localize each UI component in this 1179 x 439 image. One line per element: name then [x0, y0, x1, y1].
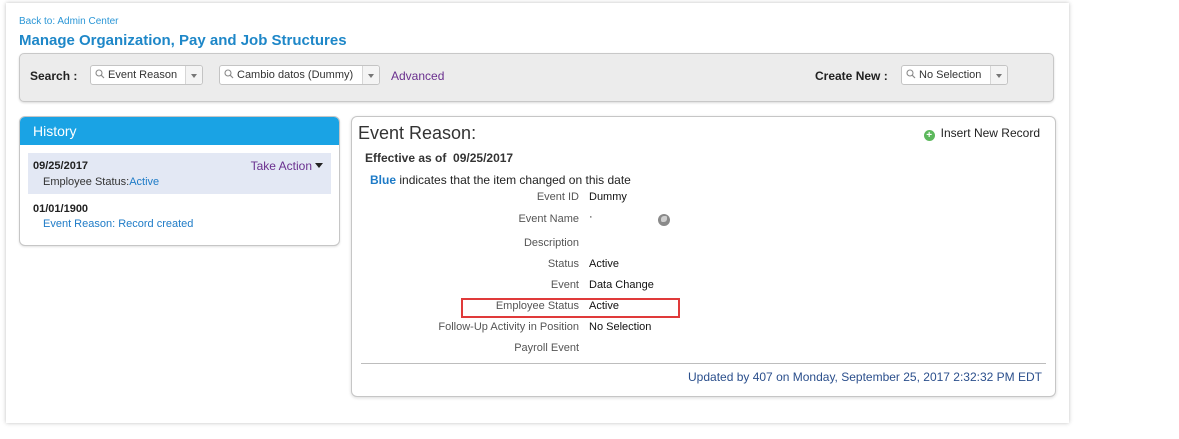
search-type-select[interactable]: Event Reason — [90, 65, 203, 85]
field-value-event: Data Change — [589, 279, 654, 291]
history-entry-detail: Employee Status:Active — [43, 176, 160, 188]
field-value-event-name: · — [589, 211, 593, 223]
divider — [361, 363, 1046, 364]
field-label-status: Status — [547, 258, 579, 270]
search-icon — [224, 69, 234, 79]
chevron-down-icon[interactable] — [185, 66, 202, 84]
history-entry-date: 09/25/2017 — [33, 160, 89, 172]
search-type-value: Event Reason — [108, 69, 178, 81]
search-bar: Search : Event Reason Cambio datos (Dumm… — [19, 53, 1054, 102]
search-item-value: Cambio datos (Dummy) — [237, 69, 354, 81]
add-icon: + — [923, 130, 935, 141]
create-new-label: Create New : — [815, 69, 888, 83]
field-value-follow-up-activity: No Selection — [589, 321, 652, 333]
insert-new-record-button[interactable]: + Insert New Record — [923, 126, 1040, 141]
event-reason-title: Event Reason: — [358, 123, 477, 143]
field-label-event-id: Event ID — [536, 191, 579, 203]
history-entry-date: 01/01/1900 — [33, 203, 89, 215]
highlight-box — [461, 298, 680, 318]
effective-date-label: Effective as of 09/25/2017 — [365, 151, 514, 165]
history-title: History — [20, 117, 339, 145]
chevron-down-icon[interactable] — [990, 66, 1007, 84]
event-reason-panel: Event Reason: + Insert New Record Effecti… — [351, 116, 1056, 397]
search-icon — [95, 69, 105, 79]
field-label-event-name: Event Name — [518, 213, 579, 225]
history-entry[interactable]: 09/25/2017 Employee Status:Active Take A… — [28, 153, 331, 194]
create-new-select[interactable]: No Selection — [901, 65, 1008, 85]
globe-icon[interactable] — [658, 214, 670, 226]
updated-by-text: Updated by 407 on Monday, September 25, … — [688, 370, 1042, 384]
search-label: Search : — [30, 69, 78, 83]
field-label-follow-up-activity: Follow-Up Activity in Position — [438, 321, 579, 333]
search-item-select[interactable]: Cambio datos (Dummy) — [219, 65, 380, 85]
back-to-admin-center-link[interactable]: Back to: Admin Center — [19, 16, 119, 27]
take-action-menu[interactable]: Take Action — [251, 159, 323, 173]
history-entry-link[interactable]: Event Reason: Record created — [43, 218, 193, 230]
chevron-down-icon[interactable] — [362, 66, 379, 84]
create-new-value: No Selection — [919, 69, 982, 81]
field-value-event-id: Dummy — [589, 191, 627, 203]
history-panel: History 09/25/2017 Employee Status:Activ… — [19, 116, 340, 246]
field-label-payroll-event: Payroll Event — [514, 342, 579, 354]
field-value-status: Active — [589, 258, 619, 270]
field-label-event: Event — [550, 279, 579, 291]
advanced-search-link[interactable]: Advanced — [391, 69, 444, 83]
caret-down-icon — [315, 163, 323, 168]
change-legend: Blue indicates that the item changed on … — [370, 173, 631, 187]
field-label-description: Description — [523, 237, 579, 249]
page-title: Manage Organization, Pay and Job Structu… — [19, 32, 347, 49]
search-icon — [906, 69, 916, 79]
